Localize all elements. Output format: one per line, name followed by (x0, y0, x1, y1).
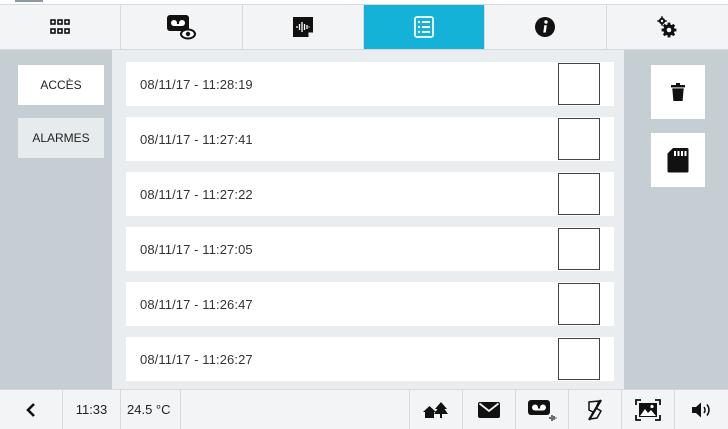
sidebar-item-label: ACCÈS (40, 78, 82, 92)
tab-settings[interactable] (607, 5, 728, 49)
messages-button[interactable] (463, 390, 516, 429)
event-list-icon (414, 16, 435, 38)
tab-video-messages[interactable] (121, 5, 243, 49)
event-timestamp: 08/11/17 - 11:26:27 (140, 351, 253, 367)
event-checkbox[interactable] (558, 338, 600, 380)
audio-message-icon (292, 17, 313, 37)
sd-card-button[interactable] (651, 133, 705, 187)
action-panel (624, 50, 728, 389)
info-icon (535, 17, 556, 37)
event-checkbox[interactable] (558, 283, 600, 325)
delete-button[interactable] (651, 65, 705, 119)
video-message-icon (167, 15, 197, 40)
clock: 11:33 (63, 390, 121, 429)
event-timestamp: 08/11/17 - 11:27:41 (140, 131, 253, 147)
trash-icon (671, 83, 685, 101)
envelope-icon (478, 401, 500, 418)
sd-card-icon (667, 148, 689, 173)
apps-grid-icon (50, 19, 70, 34)
list-item[interactable]: 08/11/17 - 11:26:47 (126, 282, 614, 326)
sidebar-item-label: ALARMES (32, 131, 90, 145)
settings-gears-icon (657, 16, 677, 38)
sidebar-item-alarmes[interactable]: ALARMES (18, 118, 104, 158)
home-away-button[interactable] (410, 390, 463, 429)
top-toolbar (0, 4, 728, 50)
event-list: 08/11/17 - 11:28:19 08/11/17 - 11:27:41 … (112, 50, 624, 389)
chevron-left-icon (26, 402, 35, 417)
event-checkbox[interactable] (558, 228, 600, 270)
tab-event-list[interactable] (363, 5, 486, 49)
speaker-icon (691, 402, 710, 417)
temperature-readout: 24.5 °C (121, 390, 181, 429)
list-item[interactable]: 08/11/17 - 11:27:22 (126, 172, 614, 216)
tab-audio-messages[interactable] (243, 5, 364, 49)
event-timestamp: 08/11/17 - 11:28:19 (140, 76, 253, 92)
list-item[interactable]: 08/11/17 - 11:27:41 (126, 117, 614, 161)
tab-apps[interactable] (0, 5, 122, 49)
picture-button[interactable] (622, 390, 675, 429)
video-memo-icon (528, 399, 557, 421)
event-checkbox[interactable] (558, 118, 600, 160)
event-checkbox[interactable] (558, 173, 600, 215)
picture-icon (635, 398, 661, 421)
home-away-icon (423, 401, 448, 418)
event-checkbox[interactable] (558, 63, 600, 105)
volume-button[interactable] (675, 390, 728, 429)
top-edge-marker (15, 0, 43, 2)
list-item[interactable]: 08/11/17 - 11:28:19 (126, 62, 614, 106)
status-bar: 11:33 24.5 °C (0, 389, 728, 429)
video-memo-button[interactable] (516, 390, 569, 429)
list-item[interactable]: 08/11/17 - 11:26:27 (126, 337, 614, 381)
back-button[interactable] (0, 390, 63, 429)
event-timestamp: 08/11/17 - 11:26:47 (140, 296, 253, 312)
event-timestamp: 08/11/17 - 11:27:22 (140, 186, 253, 202)
do-not-disturb-icon (588, 398, 603, 421)
do-not-disturb-button[interactable] (569, 390, 622, 429)
event-timestamp: 08/11/17 - 11:27:05 (140, 241, 253, 257)
status-spacer (181, 390, 410, 429)
tab-info[interactable] (485, 5, 607, 49)
list-item[interactable]: 08/11/17 - 11:27:05 (126, 227, 614, 271)
category-sidebar: ACCÈS ALARMES (0, 50, 112, 389)
sidebar-item-acces[interactable]: ACCÈS (18, 65, 104, 105)
